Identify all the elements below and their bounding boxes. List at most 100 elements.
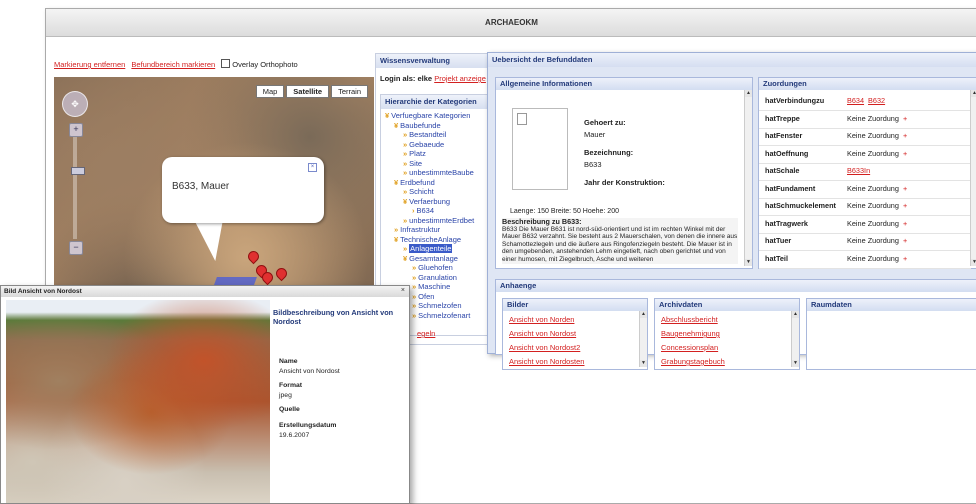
archive-scrollbar[interactable]: ▲ ▼ <box>791 311 799 367</box>
tree-item[interactable]: ¥ Verfaerbung <box>403 197 450 207</box>
attachment-link[interactable]: Grabungstagebuch <box>661 357 725 366</box>
scroll-up-icon[interactable]: ▲ <box>792 311 799 318</box>
assignment-key: hatTeil <box>765 253 788 263</box>
rules-link[interactable]: egeln <box>417 329 435 338</box>
attachment-link[interactable]: Baugenehmigung <box>661 329 720 338</box>
tree-item[interactable]: » Site <box>403 159 422 169</box>
add-assignment-icon[interactable]: + <box>903 149 907 158</box>
attachment-link[interactable]: Ansicht von Nordosten <box>509 357 584 366</box>
scroll-up-icon[interactable]: ▲ <box>640 311 647 318</box>
add-assignment-icon[interactable]: + <box>903 131 907 140</box>
add-assignment-icon[interactable]: + <box>903 184 907 193</box>
tree-expander-icon[interactable]: » <box>412 282 416 291</box>
tree-item[interactable]: ¥ Verfuegbare Kategorien <box>385 111 470 121</box>
tree-expander-icon[interactable]: » <box>403 216 407 225</box>
scroll-up-icon[interactable]: ▲ <box>971 90 976 97</box>
bubble-close-icon[interactable]: × <box>308 163 317 172</box>
belongs-to-value: Mauer <box>584 130 606 139</box>
tree-expander-icon[interactable]: » <box>412 263 416 272</box>
tree-item[interactable]: ¥ Baubefunde <box>394 121 441 131</box>
tree-item[interactable]: » Ofen <box>412 292 434 302</box>
tree-item[interactable]: » Anlagenteile <box>403 244 453 254</box>
tree-item[interactable]: ¥ Erdbefund <box>394 178 435 188</box>
tree-item[interactable]: ¥ Gesamtanlage <box>403 254 458 264</box>
assignment-link[interactable]: B634 <box>847 96 864 105</box>
tree-expander-icon[interactable]: › <box>412 206 415 215</box>
tree-expander-icon[interactable]: » <box>412 273 416 282</box>
map-pin-icon[interactable] <box>245 248 262 265</box>
zoom-out-icon[interactable]: − <box>69 241 83 255</box>
tree-expander-icon[interactable]: ¥ <box>385 111 389 120</box>
attachment-link[interactable]: Concessionsplan <box>661 343 718 352</box>
overlay-checkbox[interactable] <box>221 59 231 68</box>
tree-item[interactable]: » Platz <box>403 149 426 159</box>
map-type-map[interactable]: Map <box>255 85 285 98</box>
assignment-value: Keine Zuordung + <box>847 131 907 140</box>
tree-item[interactable]: » Gluehofen <box>412 263 453 273</box>
tree-item[interactable]: » Granulation <box>412 273 457 283</box>
remove-marker-link[interactable]: Markierung entfernen <box>54 60 125 69</box>
scroll-down-icon[interactable]: ▼ <box>971 259 976 266</box>
pan-control-icon[interactable]: ✥ <box>62 91 88 117</box>
tree-expander-icon[interactable]: » <box>403 244 407 253</box>
images-scrollbar[interactable]: ▲ ▼ <box>639 311 647 367</box>
tree-item[interactable]: » unbestimmteErdbet <box>403 216 474 226</box>
assignment-link[interactable]: B632 <box>868 96 885 105</box>
photo-date-label: Erstellungsdatum <box>279 422 337 429</box>
add-assignment-icon[interactable]: + <box>903 114 907 123</box>
scroll-down-icon[interactable]: ▼ <box>792 360 799 367</box>
assignments-scrollbar[interactable]: ▲ ▼ <box>970 90 976 266</box>
scroll-down-icon[interactable]: ▼ <box>640 360 647 367</box>
attachment-link[interactable]: Ansicht von Norden <box>509 315 574 324</box>
zoom-track[interactable] <box>71 137 85 239</box>
zoom-slider-knob[interactable] <box>71 167 85 175</box>
tree-expander-icon[interactable]: » <box>403 187 407 196</box>
tree-item[interactable]: » Schmelzofenart <box>412 311 470 321</box>
tree-expander-icon[interactable]: » <box>403 168 407 177</box>
mark-area-link[interactable]: Befundbereich markieren <box>131 60 215 69</box>
tree-expander-icon[interactable]: » <box>412 311 416 320</box>
map-pin-icon[interactable] <box>273 265 290 282</box>
tree-expander-icon[interactable]: » <box>412 301 416 310</box>
add-assignment-icon[interactable]: + <box>903 219 907 228</box>
project-link[interactable]: Projekt anzeige <box>434 74 486 83</box>
tree-item[interactable]: » Maschine <box>412 282 450 292</box>
map-type-terrain[interactable]: Terrain <box>331 85 368 98</box>
add-assignment-icon[interactable]: + <box>903 236 907 245</box>
tree-item[interactable]: » unbestimmteBaube <box>403 168 474 178</box>
attachment-link[interactable]: Abschlussbericht <box>661 315 718 324</box>
tree-item[interactable]: » Infrastruktur <box>394 225 440 235</box>
tree-expander-icon[interactable]: » <box>403 159 407 168</box>
attachment-link[interactable]: Ansicht von Nordost <box>509 329 576 338</box>
tree-expander-icon[interactable]: ¥ <box>394 121 398 130</box>
tree-item[interactable]: › B634 <box>412 206 434 216</box>
tree-expander-icon[interactable]: ¥ <box>394 178 398 187</box>
tree-item[interactable]: » Schicht <box>403 187 434 197</box>
general-info-scrollbar[interactable]: ▲ ▼ <box>744 90 752 266</box>
close-icon[interactable]: × <box>401 287 405 294</box>
tree-item[interactable]: ¥ TechnischeAnlage <box>394 235 461 245</box>
tree-item[interactable]: » Bestandteil <box>403 130 446 140</box>
assignment-link[interactable]: B633In <box>847 166 870 175</box>
add-assignment-icon[interactable]: + <box>903 201 907 210</box>
tree-expander-icon[interactable]: ¥ <box>403 197 407 206</box>
add-assignment-icon[interactable]: + <box>903 254 907 263</box>
assignment-value: Keine Zuordung + <box>847 201 907 210</box>
scroll-down-icon[interactable]: ▼ <box>745 259 752 266</box>
tree-expander-icon[interactable]: ¥ <box>394 235 398 244</box>
tree-item[interactable]: » Gebaeude <box>403 140 444 150</box>
tree-expander-icon[interactable]: » <box>403 140 407 149</box>
tree-item[interactable]: » Schmelzofen <box>412 301 462 311</box>
scroll-up-icon[interactable]: ▲ <box>745 90 752 97</box>
zoom-in-icon[interactable]: + <box>69 123 83 137</box>
tree-expander-icon[interactable]: ¥ <box>403 254 407 263</box>
tree-expander-icon[interactable]: » <box>403 149 407 158</box>
tree-item-label: Platz <box>409 149 426 158</box>
tree-expander-icon[interactable]: » <box>412 292 416 301</box>
assignment-value: Keine Zuordung + <box>847 219 907 228</box>
attachment-link[interactable]: Ansicht von Nordost2 <box>509 343 580 352</box>
document-thumbnail[interactable] <box>512 108 568 190</box>
tree-expander-icon[interactable]: » <box>394 225 398 234</box>
map-type-satellite[interactable]: Satellite <box>286 85 330 98</box>
tree-expander-icon[interactable]: » <box>403 130 407 139</box>
